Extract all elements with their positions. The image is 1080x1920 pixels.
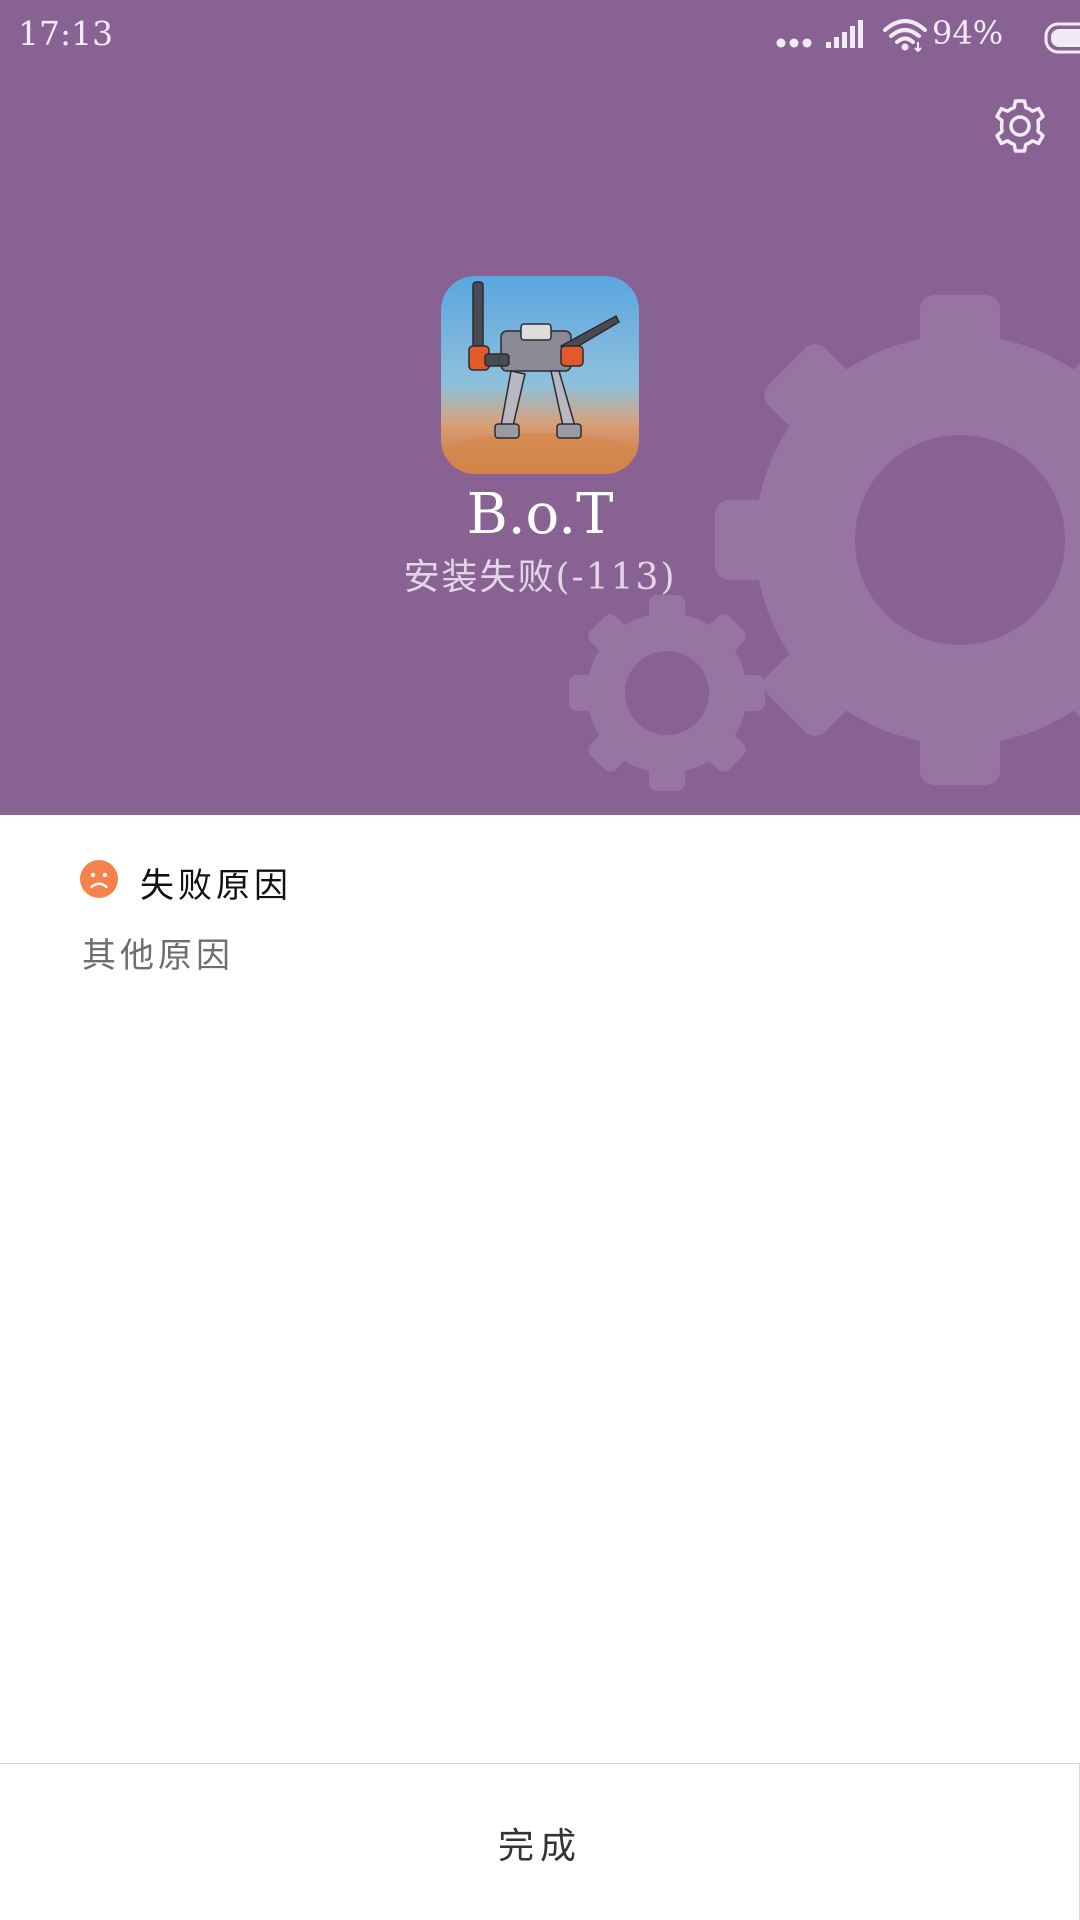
status-bar: 17:13 94% xyxy=(0,0,1080,70)
app-name: B.o.T xyxy=(466,482,614,547)
status-time: 17:13 xyxy=(18,14,114,53)
failure-reason-title: 失败原因 xyxy=(140,866,292,906)
cellular-signal-icon xyxy=(826,20,863,48)
header-panel: 17:13 94% B.o.T 安装失败(-113) xyxy=(0,0,1080,815)
failure-reason-text: 其他原因 xyxy=(82,936,234,976)
install-result-screen: 17:13 94% B.o.T 安装失败(-113) 失败原因 其他原因 完成 xyxy=(0,0,1080,1920)
settings-gear-icon[interactable] xyxy=(990,96,1050,156)
battery-percent: 94% xyxy=(932,14,1004,52)
done-button[interactable]: 完成 xyxy=(0,1764,1080,1920)
wifi-icon xyxy=(883,19,927,52)
install-status: 安装失败(-113) xyxy=(403,557,677,598)
sad-face-icon xyxy=(80,860,118,898)
more-dots-icon xyxy=(776,38,812,48)
app-icon xyxy=(441,276,639,474)
battery-icon xyxy=(1044,22,1080,54)
bottom-bar: 完成 xyxy=(0,1763,1080,1920)
